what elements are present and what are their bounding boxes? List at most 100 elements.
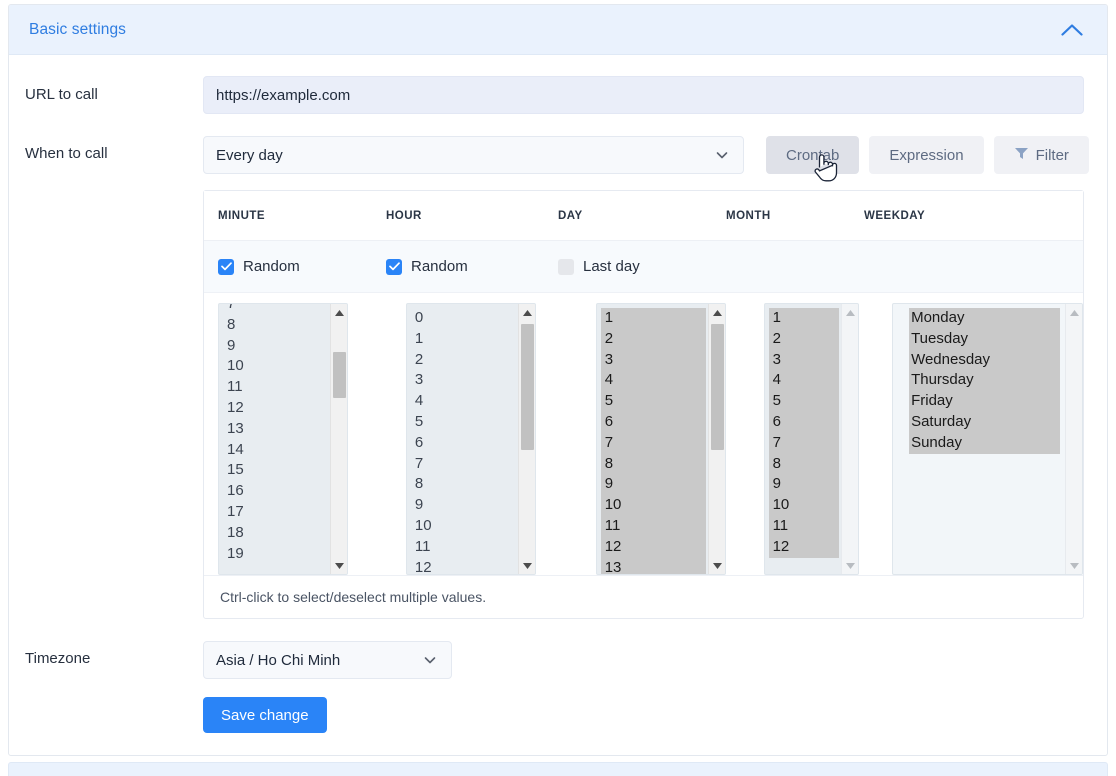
hour-random-checkbox[interactable]	[386, 258, 402, 275]
list-item[interactable]: 13	[600, 557, 706, 574]
last-day-checkbox[interactable]	[558, 258, 574, 275]
list-item[interactable]: 5	[768, 391, 840, 412]
filter-button[interactable]: Filter	[993, 136, 1089, 174]
scroll-down-arrow-icon[interactable]	[519, 557, 535, 574]
list-item[interactable]: 2	[600, 328, 706, 350]
scroll-down-arrow-icon[interactable]	[709, 557, 725, 574]
list-item[interactable]: 18	[223, 523, 328, 544]
list-item[interactable]: 8	[600, 453, 706, 475]
scroll-down-arrow-icon[interactable]	[842, 557, 858, 574]
list-item[interactable]: 9	[768, 474, 840, 496]
scroll-up-arrow-icon[interactable]	[519, 304, 535, 321]
list-item[interactable]: Sunday	[909, 432, 1060, 454]
list-item[interactable]: 7	[768, 432, 840, 454]
list-item[interactable]: 13	[223, 419, 328, 440]
list-item[interactable]: 6	[411, 433, 516, 454]
save-button[interactable]: Save change	[203, 697, 327, 733]
list-item[interactable]: 8	[411, 474, 516, 495]
list-item[interactable]: 8	[223, 315, 328, 336]
list-item[interactable]: 11	[223, 377, 328, 398]
expression-button[interactable]: Expression	[869, 136, 984, 174]
list-item[interactable]: 10	[223, 356, 328, 377]
minute-random-checkbox[interactable]	[218, 258, 234, 275]
scrollbar-thumb[interactable]	[332, 352, 346, 398]
scroll-down-arrow-icon[interactable]	[331, 557, 347, 574]
hour-scrollbar[interactable]	[517, 304, 535, 574]
scroll-up-arrow-icon[interactable]	[1066, 304, 1082, 321]
list-item[interactable]: 4	[411, 391, 516, 412]
weekday-listbox[interactable]: Monday Tuesday Wednesday Thursday Friday Satu…	[892, 303, 1083, 575]
list-item[interactable]: 17	[223, 502, 328, 523]
list-item[interactable]: 9	[411, 495, 516, 516]
list-item[interactable]: 12	[768, 536, 840, 558]
hour-listbox[interactable]: 0 1 2 3 4 5 6 7 8 9 10 11 12	[405, 303, 536, 575]
list-item[interactable]: 3	[600, 349, 706, 371]
list-item[interactable]: 11	[768, 515, 840, 537]
list-item[interactable]: 2	[768, 328, 840, 350]
list-item[interactable]: Wednesday	[909, 349, 1060, 371]
list-item[interactable]: 8	[768, 453, 840, 475]
weekday-scrollbar[interactable]	[1065, 304, 1082, 574]
list-item[interactable]: 19	[223, 544, 328, 565]
list-item[interactable]: 10	[768, 495, 840, 516]
list-item[interactable]: 6	[600, 411, 706, 433]
list-item[interactable]: 7	[600, 432, 706, 454]
day-lastday-checkbox-group[interactable]: Last day	[544, 258, 712, 275]
scroll-up-arrow-icon[interactable]	[331, 304, 347, 321]
list-item[interactable]: 1	[411, 329, 516, 350]
minute-random-checkbox-group[interactable]: Random	[204, 258, 372, 275]
list-item[interactable]: Tuesday	[909, 328, 1060, 350]
chevron-up-icon[interactable]	[1059, 17, 1085, 43]
list-item[interactable]: 12	[600, 536, 706, 558]
minute-listbox[interactable]: 7 8 9 10 11 12 13 14 15 16 17 18 19	[218, 303, 348, 575]
day-listbox[interactable]: 1 2 3 4 5 6 7 8 9 10 11 12 13	[595, 303, 726, 575]
scrollbar-thumb[interactable]	[710, 324, 724, 450]
list-item[interactable]: 15	[223, 460, 328, 481]
list-item[interactable]: 3	[411, 370, 516, 391]
list-item[interactable]: 9	[600, 474, 706, 496]
list-item[interactable]: 12	[223, 398, 328, 419]
url-input[interactable]	[203, 76, 1084, 114]
list-item[interactable]: 1	[600, 308, 706, 329]
when-to-call-select[interactable]: Every day	[203, 136, 744, 174]
list-item[interactable]: 11	[600, 515, 706, 537]
list-item[interactable]: 3	[768, 349, 840, 371]
day-options: 1 2 3 4 5 6 7 8 9 10 11 12 13	[600, 308, 706, 574]
month-listbox[interactable]: 1 2 3 4 5 6 7 8 9 10 11 12	[763, 303, 860, 575]
crontab-panel: MINUTE HOUR DAY MONTH WEEKDAY Random Ran…	[203, 190, 1084, 619]
list-item[interactable]: 7	[411, 454, 516, 475]
card-header: Basic settings	[9, 5, 1107, 55]
list-item[interactable]: 11	[411, 537, 516, 558]
list-item[interactable]: 10	[600, 495, 706, 516]
list-item[interactable]: Saturday	[909, 411, 1060, 433]
crontab-button[interactable]: Crontab	[766, 136, 860, 174]
list-item[interactable]: 0	[411, 308, 516, 329]
list-item[interactable]: 14	[223, 440, 328, 461]
hour-random-checkbox-group[interactable]: Random	[372, 258, 544, 275]
list-item[interactable]: 10	[411, 516, 516, 537]
scroll-up-arrow-icon[interactable]	[842, 304, 858, 321]
list-item[interactable]: 5	[411, 412, 516, 433]
scrollbar-thumb[interactable]	[520, 324, 534, 450]
list-item[interactable]: 16	[223, 481, 328, 502]
list-item[interactable]: 7	[223, 304, 328, 315]
list-item[interactable]: 4	[600, 370, 706, 392]
day-scrollbar[interactable]	[707, 304, 725, 574]
list-item[interactable]: 2	[411, 350, 516, 371]
list-item[interactable]: 5	[600, 391, 706, 412]
scroll-down-arrow-icon[interactable]	[1066, 557, 1082, 574]
list-item[interactable]: 9	[223, 336, 328, 357]
minute-scrollbar[interactable]	[329, 304, 347, 574]
list-item[interactable]: Friday	[909, 391, 1060, 412]
next-settings-card[interactable]	[8, 762, 1108, 776]
month-options: 1 2 3 4 5 6 7 8 9 10 11 12	[768, 308, 840, 574]
list-item[interactable]: 1	[768, 308, 840, 329]
list-item[interactable]: Thursday	[909, 370, 1060, 392]
list-item[interactable]: 12	[411, 558, 516, 574]
month-scrollbar[interactable]	[841, 304, 859, 574]
list-item[interactable]: Monday	[909, 308, 1060, 329]
timezone-select[interactable]: Asia / Ho Chi Minh	[203, 641, 452, 679]
list-item[interactable]: 6	[768, 411, 840, 433]
scroll-up-arrow-icon[interactable]	[709, 304, 725, 321]
list-item[interactable]: 4	[768, 370, 840, 392]
